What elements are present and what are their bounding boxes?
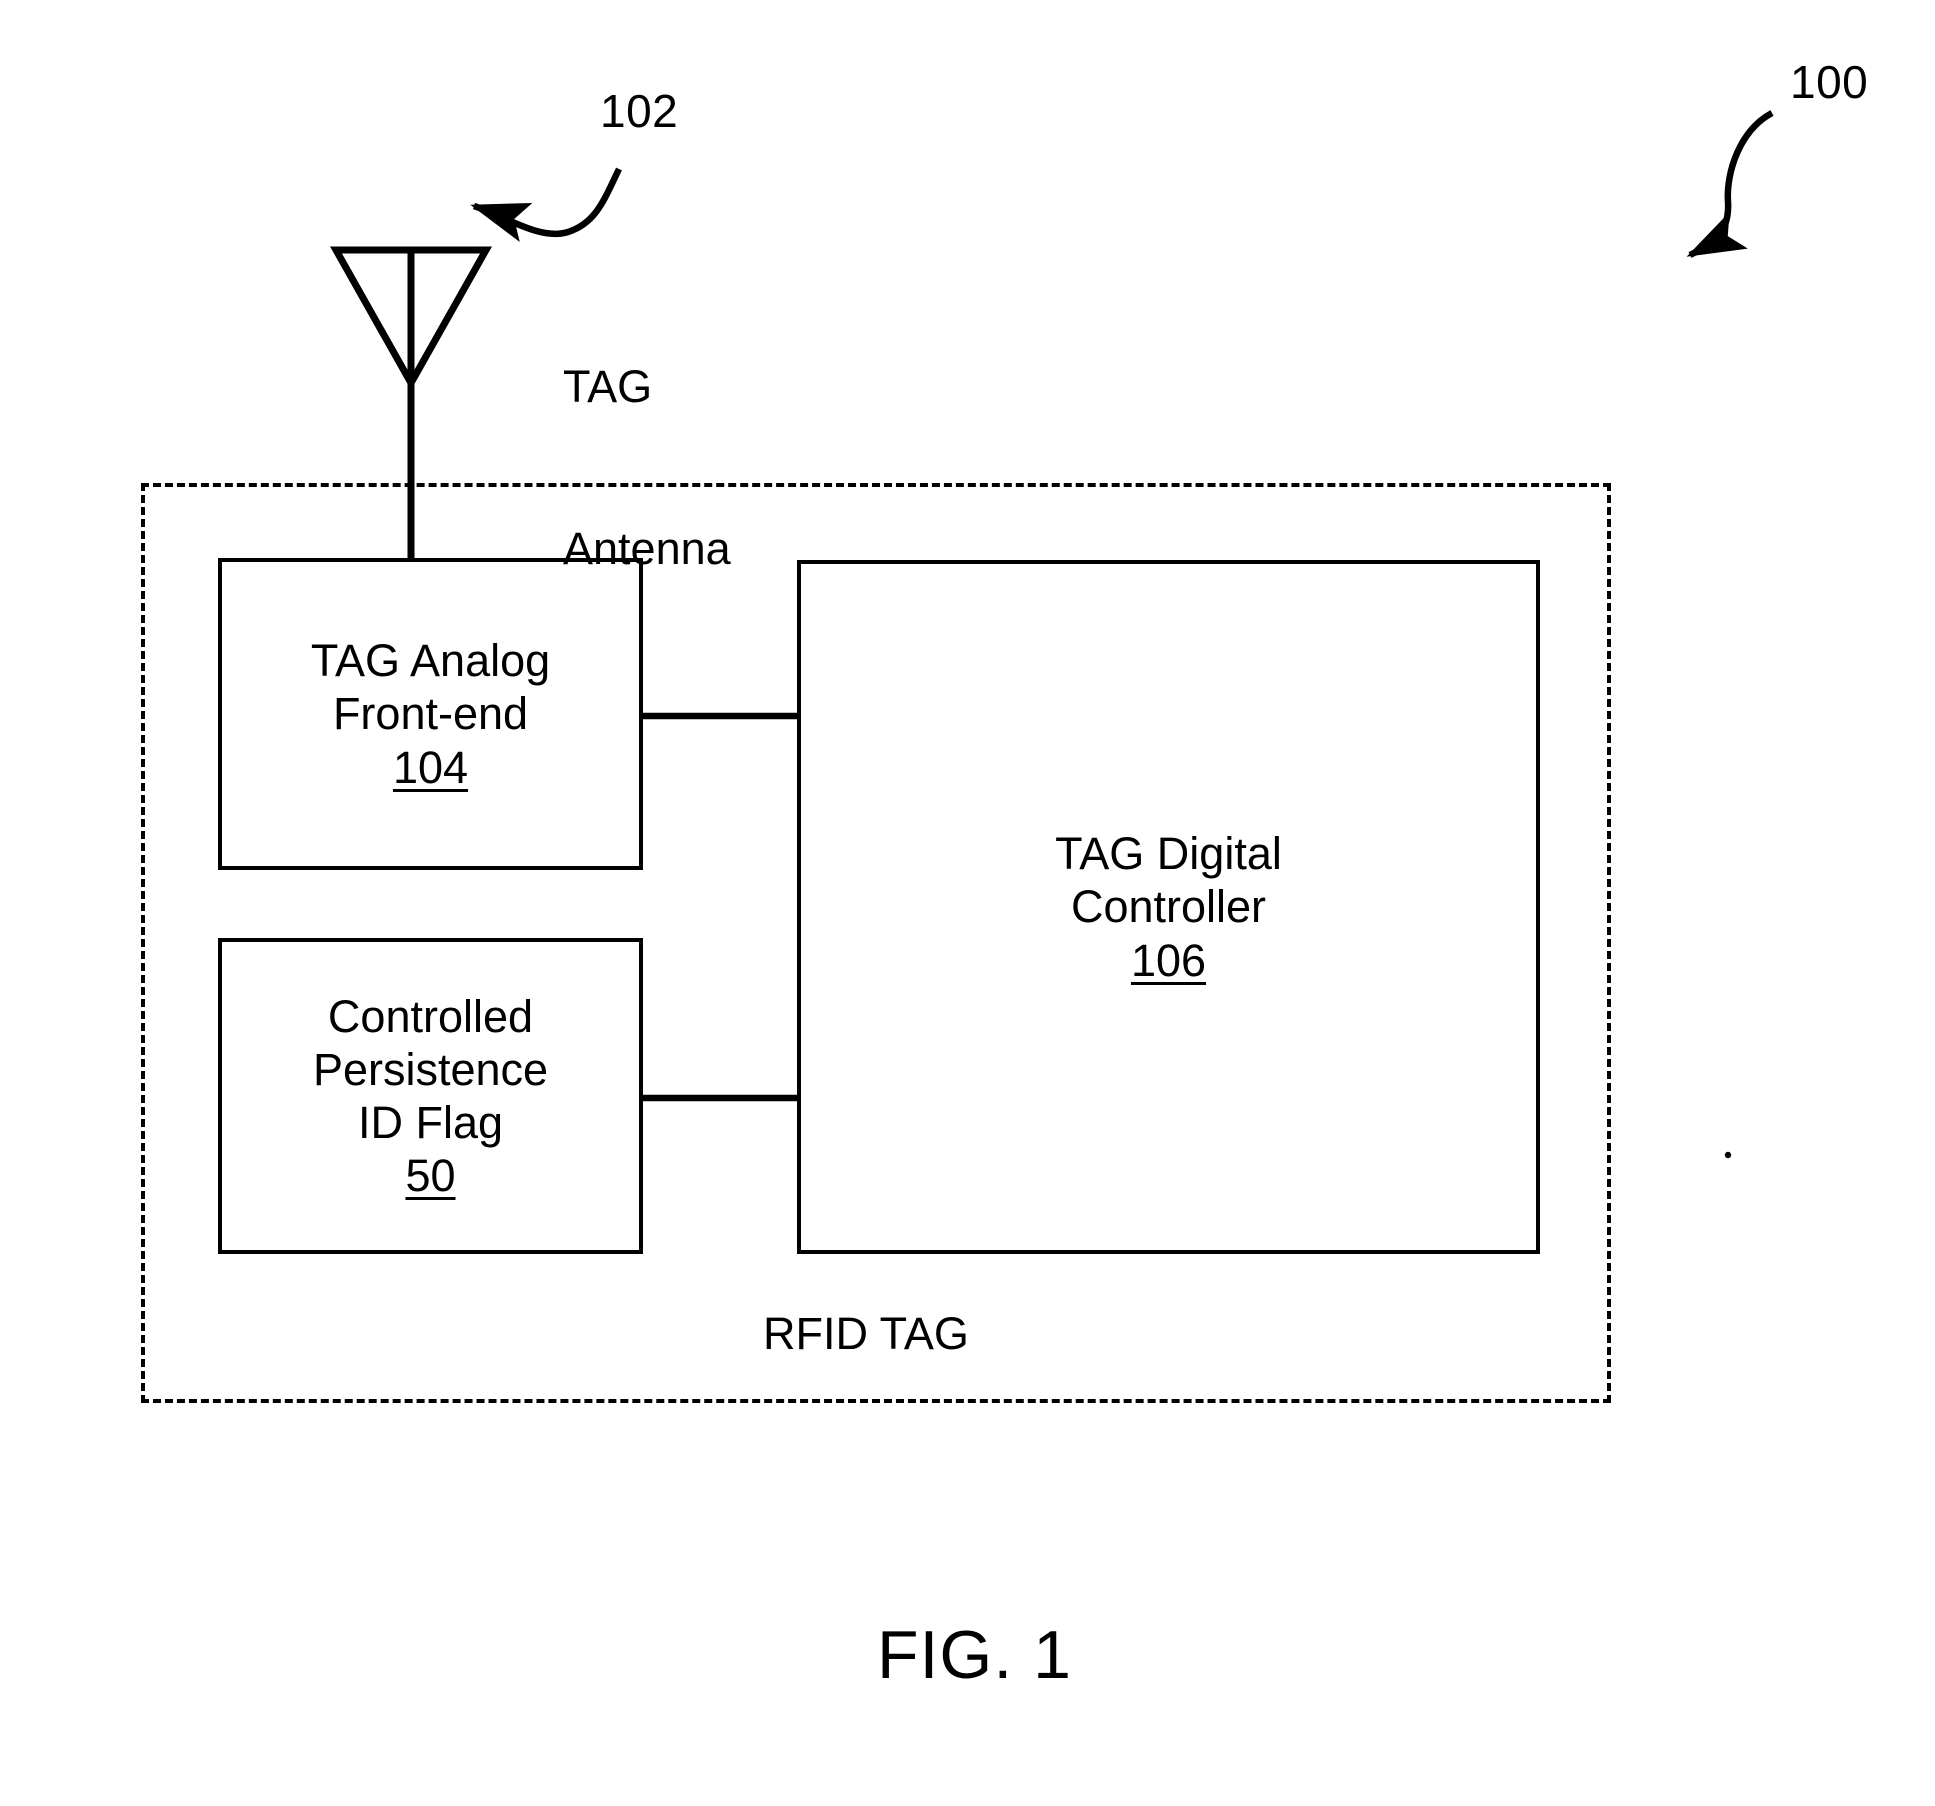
- patent-figure-page: 102 100 TAG Antenna TAG Analog Front-end…: [0, 0, 1935, 1806]
- block-controlled-persistence-id-flag-label: Controlled Persistence ID Flag 50: [313, 990, 548, 1202]
- block-tag-digital-controller: TAG Digital Controller 106: [797, 560, 1540, 1254]
- block-tag-analog-front-end: TAG Analog Front-end 104: [218, 558, 643, 870]
- scan-speck: [1724, 1151, 1732, 1159]
- block-reference-104: 104: [392, 741, 469, 793]
- leader-arrow-102: [470, 167, 622, 242]
- rfid-tag-enclosure-label: RFID TAG: [763, 1308, 969, 1359]
- leader-arrow-100: [1686, 110, 1774, 258]
- block-tag-analog-front-end-label: TAG Analog Front-end 104: [311, 634, 550, 793]
- reference-numeral-100: 100: [1790, 56, 1869, 108]
- block-reference-106: 106: [1130, 934, 1207, 986]
- block-controlled-persistence-id-flag: Controlled Persistence ID Flag 50: [218, 938, 643, 1254]
- figure-caption: FIG. 1: [877, 1617, 1072, 1693]
- reference-numeral-102: 102: [600, 85, 679, 137]
- block-tag-digital-controller-label: TAG Digital Controller 106: [1055, 827, 1282, 986]
- block-reference-50: 50: [405, 1150, 456, 1202]
- block-line-2: Controller: [1070, 881, 1267, 933]
- tag-antenna-label-line1: TAG: [563, 361, 653, 412]
- block-line-2: Front-end: [332, 688, 529, 740]
- block-line-3: ID Flag: [357, 1097, 504, 1148]
- block-line-1: TAG Digital: [1055, 828, 1282, 880]
- block-line-1: Controlled: [327, 990, 534, 1042]
- block-line-2: Persistence: [312, 1043, 549, 1095]
- block-line-1: TAG Analog: [310, 635, 551, 687]
